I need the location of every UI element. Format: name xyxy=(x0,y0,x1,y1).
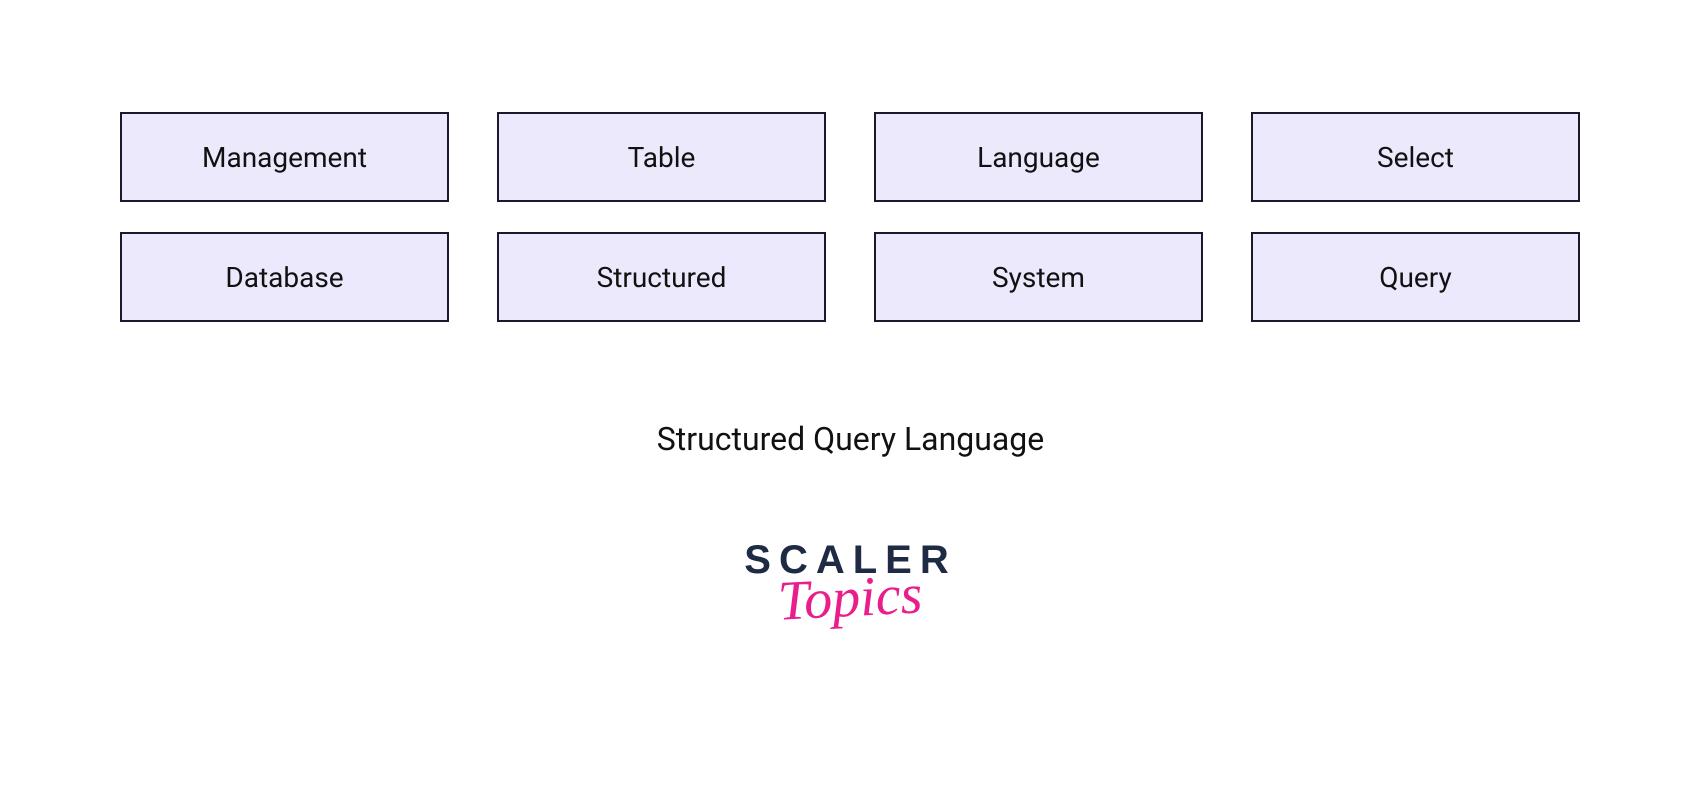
tile-management: Management xyxy=(120,112,449,202)
tile-table: Table xyxy=(497,112,826,202)
tile-grid: Management Table Language Select Databas… xyxy=(120,112,1580,322)
tile-language: Language xyxy=(874,112,1203,202)
tile-database: Database xyxy=(120,232,449,322)
tile-structured: Structured xyxy=(497,232,826,322)
tile-query: Query xyxy=(1251,232,1580,322)
logo-text-bottom: Topics xyxy=(777,566,924,629)
tile-system: System xyxy=(874,232,1203,322)
scaler-topics-logo: SCALER Topics xyxy=(0,540,1701,626)
tile-select: Select xyxy=(1251,112,1580,202)
diagram-caption: Structured Query Language xyxy=(0,420,1701,458)
